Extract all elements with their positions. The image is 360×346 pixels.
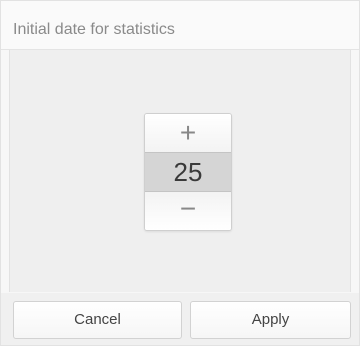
- dialog-content: + 25 −: [9, 50, 351, 292]
- dialog-button-row: Cancel Apply: [1, 293, 359, 345]
- date-picker-dialog: Initial date for statistics + 25 − Cance…: [0, 0, 360, 346]
- dialog-title: Initial date for statistics: [13, 21, 175, 38]
- number-picker: + 25 −: [144, 113, 232, 231]
- minus-icon: −: [179, 193, 197, 224]
- decrement-button[interactable]: −: [145, 192, 231, 230]
- apply-button[interactable]: Apply: [190, 301, 351, 339]
- cancel-button[interactable]: Cancel: [13, 301, 182, 339]
- increment-button[interactable]: +: [145, 114, 231, 152]
- plus-icon: +: [179, 117, 197, 148]
- dialog-title-bar: Initial date for statistics: [1, 1, 359, 50]
- day-value[interactable]: 25: [145, 152, 231, 192]
